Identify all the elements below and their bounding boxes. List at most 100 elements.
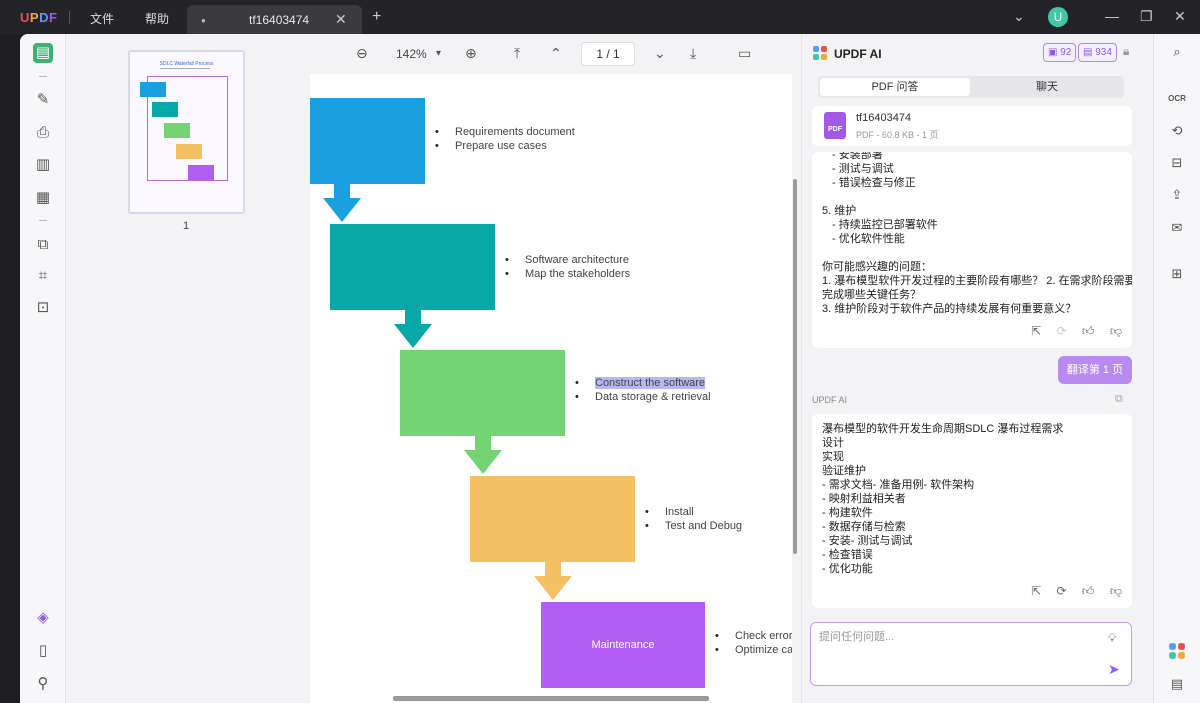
next-page-icon[interactable]: ⌄ <box>654 45 666 62</box>
highlighted-text: Construct the software <box>595 377 706 389</box>
message-line: - 错误检查与修正 <box>832 177 916 189</box>
message-line: 你可能感兴趣的问题： <box>822 261 932 273</box>
ocr-icon[interactable]: OCR <box>1168 90 1186 108</box>
page-input[interactable]: 1 / 1 <box>581 42 635 66</box>
prompt-suggestion-icon[interactable]: 💡︎ <box>1108 631 1116 646</box>
ai-question-input[interactable] <box>819 631 1089 643</box>
file-meta: PDF - 60.8 KB - 1 页 <box>856 130 939 140</box>
share-icon[interactable]: ⇪ <box>1168 186 1186 204</box>
title-bar: UPDF 文件 帮助 ● tf16403474 ✕ + ⌄ U — ❐ ✕ <box>0 0 1200 34</box>
save-icon[interactable]: ⊞ <box>1168 265 1186 283</box>
message-line: - 数据存储与检索 <box>822 521 906 533</box>
chevron-down-icon[interactable]: ⌄ <box>1013 8 1025 25</box>
zoom-dropdown-icon[interactable]: ▾ <box>436 48 441 59</box>
regenerate-icon[interactable]: ⟳ <box>1057 324 1067 338</box>
document-tab[interactable]: ● tf16403474 ✕ <box>187 5 362 34</box>
bullet-item[interactable]: Construct the software <box>575 376 711 390</box>
layers-icon[interactable]: ◈ <box>33 608 53 628</box>
tab-title: tf16403474 <box>249 13 310 27</box>
bullet-item: Prepare use cases <box>435 139 575 153</box>
file-card: PDF tf16403474 PDF - 60.8 KB - 1 页 <box>812 106 1132 146</box>
ai-panel-title: UPDF AI <box>834 47 882 61</box>
step-box-4 <box>470 476 635 562</box>
ai-message-1: - 安装部署 - 测试与调试 - 错误检查与修正 5. 维护 - 持续监控已部署… <box>812 152 1132 348</box>
organize-pages-icon[interactable]: ⧉ <box>33 235 53 255</box>
lock-icon[interactable]: 🔒︎ <box>1123 44 1129 59</box>
bullet-item: Test and Debug <box>645 519 742 533</box>
regenerate-icon[interactable]: ⟳ <box>1057 584 1067 598</box>
menu-help[interactable]: 帮助 <box>145 10 169 27</box>
ai-sender-label: UPDF AI <box>812 395 848 405</box>
mail-icon[interactable]: ✉ <box>1168 219 1186 237</box>
send-icon[interactable]: ➤ <box>1108 661 1120 678</box>
message-line: 设计 <box>822 437 844 449</box>
restore-icon[interactable]: ❐ <box>1140 8 1153 25</box>
bookmark-icon[interactable]: ▯ <box>33 641 53 661</box>
copy-icon[interactable]: ⧉ <box>1115 393 1123 406</box>
message-line: 完成哪些关键任务？ <box>822 289 921 301</box>
thumbs-up-icon[interactable]: 👍︎ <box>1082 584 1095 598</box>
step-bullets-4: Install Test and Debug <box>645 505 742 533</box>
step-bullets-3: Construct the software Data storage & re… <box>575 376 711 404</box>
new-tab-icon[interactable]: + <box>372 8 381 26</box>
search-icon[interactable]: ⌕ <box>1168 43 1186 61</box>
attachment-icon[interactable]: ⚲ <box>33 674 53 694</box>
thumbnail-pane: SDLC Waterfall Process 1 <box>66 34 310 703</box>
minimize-icon[interactable]: — <box>1105 8 1119 24</box>
ai-panel: UPDF AI ▣ 92 ▤ 934 🔒︎ PDF 问答 聊天 PDF tf16… <box>801 34 1153 703</box>
message-line: - 映射利益相关者 <box>822 493 906 505</box>
message-line <box>822 190 1122 204</box>
ai-message-2: 瀑布模型的软件开发生命周期SDLC 瀑布过程需求 设计 实现 验证维护 - 需求… <box>812 414 1132 608</box>
avatar[interactable]: U <box>1048 7 1068 27</box>
comment-icon[interactable]: ✎ <box>33 90 53 110</box>
export-icon[interactable]: ⇱ <box>1031 324 1041 338</box>
prepare-form-icon[interactable]: ▦ <box>33 188 53 208</box>
step-arrow-3 <box>464 436 502 474</box>
first-page-icon[interactable]: ⤒ <box>514 45 520 62</box>
tab-dot-icon: ● <box>201 16 206 25</box>
edit-pdf-icon[interactable]: ⎙ <box>33 123 53 143</box>
message-line: - 持续监控已部署软件 <box>832 219 938 231</box>
ai-mode-tabs: PDF 问答 聊天 <box>818 76 1124 98</box>
presentation-icon[interactable]: ▭ <box>738 45 751 62</box>
credit-count-a: 92 <box>1060 47 1072 58</box>
tab-pdf-qa[interactable]: PDF 问答 <box>820 78 970 96</box>
message-line: - 需求文档- 准备用例- 软件架构 <box>822 479 975 491</box>
thumbnail-box <box>164 123 190 138</box>
step-arrow-4 <box>534 562 572 600</box>
ai-input-box: 💡︎ ➤ <box>810 622 1132 686</box>
convert-icon[interactable]: ⟲ <box>1168 122 1186 140</box>
credit-badge-a: ▣ 92 <box>1043 43 1077 62</box>
title-separator <box>69 11 70 24</box>
updf-ai-icon[interactable] <box>1168 642 1186 660</box>
vertical-scrollbar[interactable] <box>793 179 797 554</box>
horizontal-scrollbar[interactable] <box>393 696 709 701</box>
reader-icon[interactable]: ▤ <box>33 43 53 63</box>
comment-list-icon[interactable]: ▤ <box>1168 675 1186 693</box>
crop-icon[interactable]: ⌗ <box>33 266 53 286</box>
divider <box>39 220 47 221</box>
previous-page-icon[interactable]: ⌃ <box>550 45 562 62</box>
page-thumbnail[interactable]: SDLC Waterfall Process <box>128 50 245 214</box>
close-window-icon[interactable]: ✕ <box>1174 8 1186 25</box>
last-page-icon[interactable]: ⤓ <box>690 45 696 62</box>
thumbs-down-icon[interactable]: 👎︎ <box>1110 324 1122 338</box>
thumbs-down-icon[interactable]: 👎︎ <box>1110 584 1122 598</box>
message-line: 瀑布模型的软件开发生命周期SDLC 瀑布过程需求 <box>822 423 1064 435</box>
thumbnail-box <box>176 144 202 159</box>
export-icon[interactable]: ⇱ <box>1031 584 1041 598</box>
message-actions: ⇱ ⟳ 👍︎ 👎︎ <box>1019 324 1122 338</box>
message-line: 3. 维护阶段对于软件产品的持续发展有何重要意义？ <box>822 303 1077 315</box>
bullet-item: Software architecture <box>505 253 630 267</box>
thumbs-up-icon[interactable]: 👍︎ <box>1082 324 1095 338</box>
menu-file[interactable]: 文件 <box>90 10 114 27</box>
form-icon[interactable]: ▥ <box>33 155 53 175</box>
step-bullets-1: Requirements document Prepare use cases <box>435 125 575 153</box>
zoom-level[interactable]: 142% <box>396 47 427 61</box>
tab-close-icon[interactable]: ✕ <box>335 11 347 28</box>
protect-icon[interactable]: ⊡ <box>33 298 53 318</box>
zoom-out-icon[interactable]: ⊖ <box>356 45 368 62</box>
tab-chat[interactable]: 聊天 <box>972 78 1122 96</box>
protect-document-icon[interactable]: ⊟ <box>1168 154 1186 172</box>
zoom-in-icon[interactable]: ⊕ <box>465 45 477 62</box>
